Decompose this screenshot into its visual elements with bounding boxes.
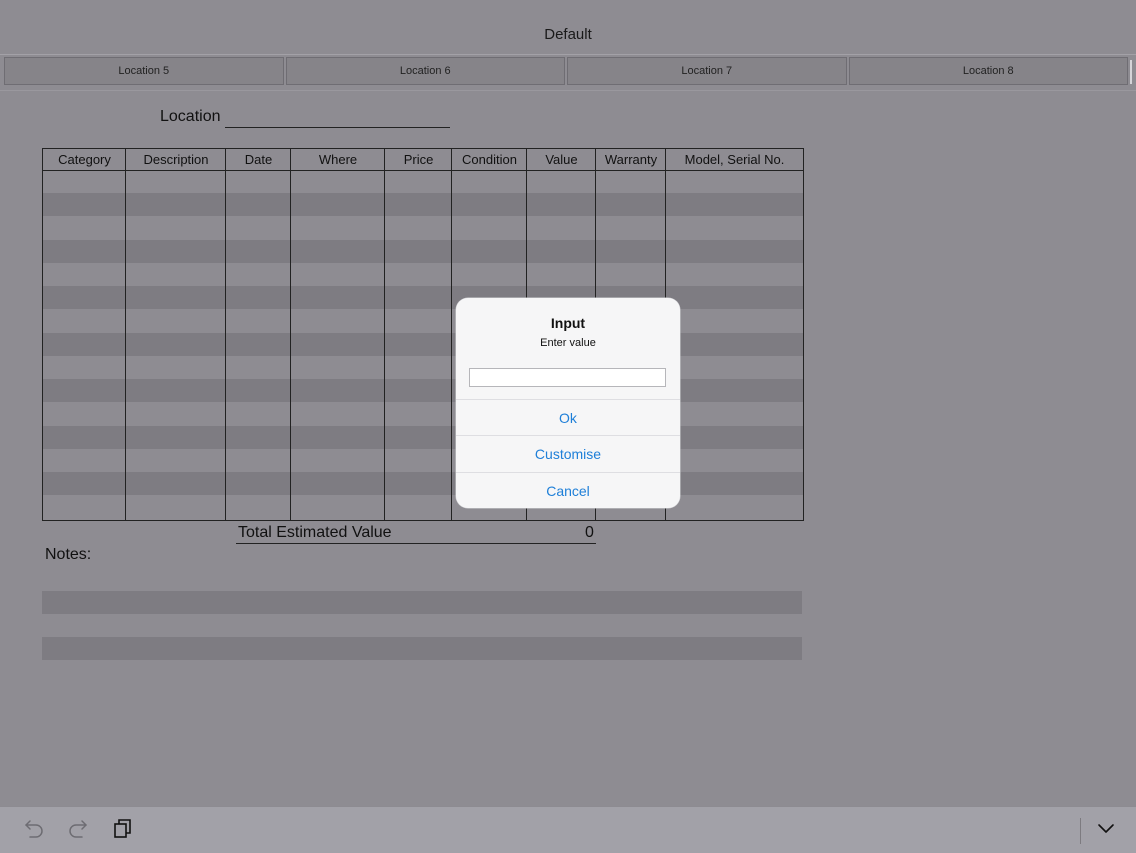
page-title: Default [544,26,592,43]
input-dialog: Input Enter value Ok Customise Cancel [456,298,680,508]
table-row[interactable] [43,240,803,263]
tabs-scrollbar[interactable] [1130,60,1132,84]
notes-label: Notes: [45,546,92,563]
tab-location-8[interactable]: Location 8 [848,57,1128,85]
column-header-category: Category [58,152,111,167]
tab-location-7[interactable]: Location 7 [567,57,847,85]
column-header-value: Value [545,152,578,167]
inventory-table: Category Description Date Where Price Co… [42,148,804,521]
customise-button[interactable]: Customise [456,435,680,472]
column-header-where: Where [318,152,358,167]
table-header: Category Description Date Where Price Co… [43,149,803,171]
location-label: Location [160,108,221,125]
top-bar: Default [0,0,1136,55]
location-tabs: Location 5 Location 6 Location 7 Locatio… [4,57,1128,85]
table-row[interactable] [43,193,803,216]
table-row[interactable] [43,472,803,495]
notes-row[interactable] [42,637,802,660]
column-header-description: Description [143,152,209,167]
column-divider [384,149,385,520]
total-underline [236,543,596,544]
divider [0,90,1136,91]
value-input[interactable] [469,368,666,387]
table-row[interactable] [43,333,803,356]
notes-row[interactable] [42,591,802,614]
tab-location-5[interactable]: Location 5 [4,57,284,85]
table-row[interactable] [43,286,803,309]
copy-icon[interactable] [111,816,135,840]
ok-button[interactable]: Ok [456,399,680,436]
bottom-toolbar [0,806,1136,853]
column-divider [125,149,126,520]
column-header-model-serial: Model, Serial No. [684,152,785,167]
column-header-warranty: Warranty [604,152,658,167]
cancel-button[interactable]: Cancel [456,472,680,508]
dialog-message: Enter value [540,337,596,349]
column-divider [225,149,226,520]
table-row[interactable] [43,379,803,402]
toolbar-divider [1080,818,1081,844]
dialog-title: Input [550,315,586,331]
column-divider [451,149,452,520]
table-row[interactable] [43,426,803,449]
location-field[interactable] [225,108,450,128]
undo-icon[interactable] [22,816,46,840]
column-header-price: Price [403,152,434,167]
redo-icon[interactable] [66,816,90,840]
total-estimated-value-label: Total Estimated Value [238,524,392,541]
column-header-date: Date [244,152,273,167]
tab-location-6[interactable]: Location 6 [285,57,565,85]
total-estimated-value: 0 [585,524,594,541]
column-divider [290,149,291,520]
chevron-down-icon[interactable] [1094,816,1118,840]
column-header-condition: Condition [462,152,517,167]
